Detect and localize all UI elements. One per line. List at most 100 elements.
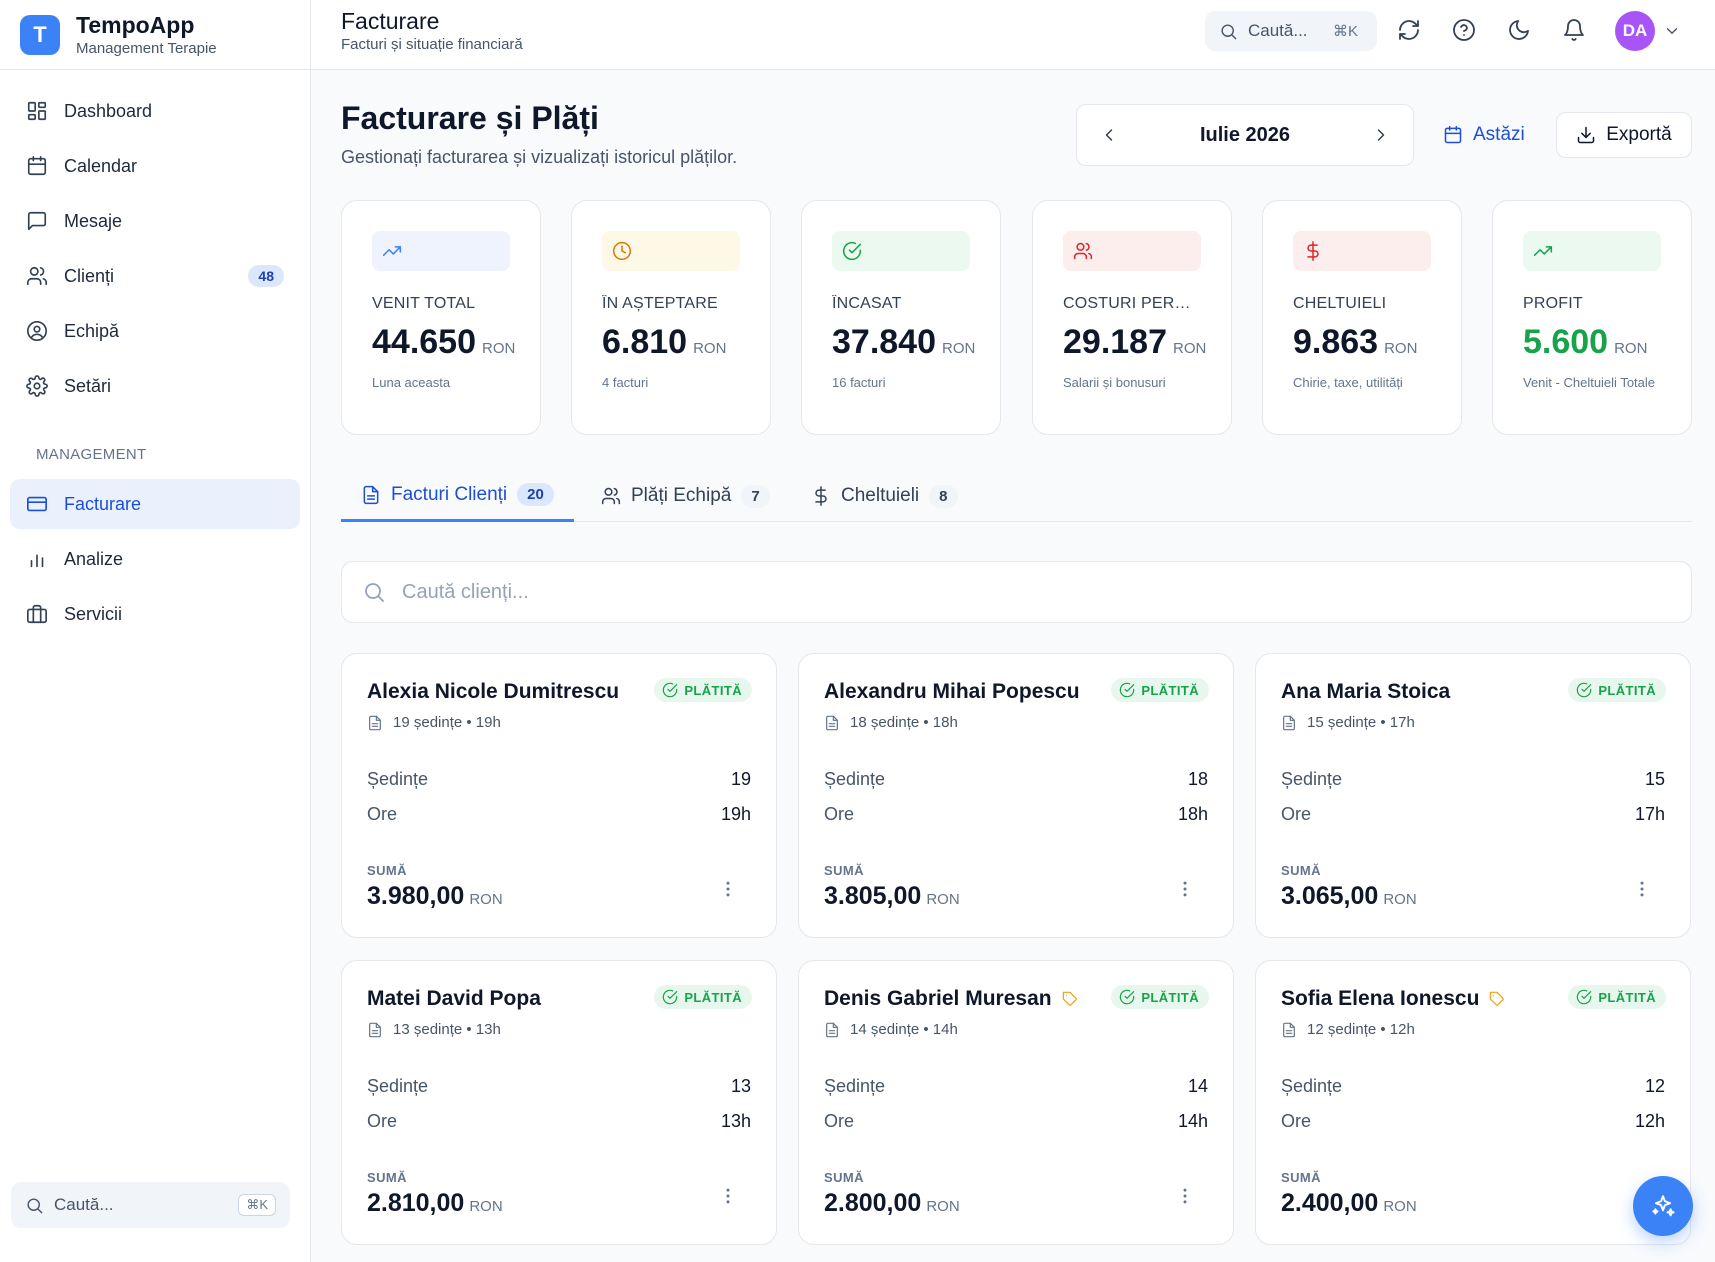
notifications-button[interactable] — [1562, 18, 1586, 42]
invoice-card[interactable]: Ana Maria Stoica PLĂTITĂ 15 ședințe • 17h Ș… — [1255, 653, 1691, 938]
prev-month-button[interactable] — [1099, 125, 1119, 145]
refresh-button[interactable] — [1397, 18, 1421, 42]
invoice-card[interactable]: Matei David Popa PLĂTITĂ 13 ședințe • 13h Ș… — [341, 960, 777, 1245]
app-logo[interactable]: T — [20, 14, 60, 55]
search-shortcut: ⌘K — [1332, 23, 1358, 40]
sum-label: SUMĂ — [367, 863, 407, 878]
invoice-card[interactable]: Sofia Elena Ionescu PLĂTITĂ 12 ședințe • 1… — [1255, 960, 1691, 1245]
brand: T TempoApp Management Terapie — [0, 0, 310, 70]
today-button[interactable]: Astăzi — [1443, 112, 1525, 158]
tab-label: Plăți Echipă — [631, 485, 732, 506]
stat-value-row: 9.863 RON — [1293, 323, 1431, 362]
trend-up-icon — [1533, 246, 1553, 256]
more-options-button[interactable] — [1632, 879, 1652, 899]
tab-count: 7 — [741, 484, 770, 508]
help-button[interactable] — [1452, 18, 1476, 42]
sidebar-item-services[interactable]: Servicii — [10, 589, 300, 639]
sidebar-item-messages[interactable]: Mesaje — [10, 196, 300, 246]
sessions-label: Ședințe — [1281, 1076, 1343, 1096]
client-search-input[interactable]: Caută clienți... — [341, 561, 1692, 623]
search-shortcut: ⌘K — [238, 1194, 276, 1216]
status-label: PLĂTITĂ — [684, 989, 742, 1005]
sidebar-item-label: Echipă — [64, 320, 120, 341]
sidebar-item-billing[interactable]: Facturare — [10, 479, 300, 529]
invoice-meta: 15 ședințe • 17h — [1281, 714, 1665, 731]
refresh-icon — [1399, 20, 1419, 40]
month-navigator: Iulie 2026 — [1076, 104, 1414, 166]
stat-icon-box — [1523, 231, 1661, 271]
stat-card: ÎN AȘTEPTARE 6.810 RON 4 facturi — [571, 200, 771, 435]
sidebar-item-team[interactable]: Echipă — [10, 306, 300, 356]
message-icon — [27, 211, 47, 231]
help-icon — [1453, 19, 1475, 41]
tab-client-invoices[interactable]: Facturi Clienți 20 — [341, 470, 574, 522]
trend-up-icon — [382, 246, 402, 256]
sidebar-item-label: Dashboard — [64, 100, 153, 121]
sessions-label: Ședințe — [824, 769, 886, 789]
tab-label: Cheltuieli — [841, 485, 920, 506]
stat-value-row: 5.600 RON — [1523, 323, 1661, 362]
invoice-card[interactable]: Alexandru Mihai Popescu PLĂTITĂ 18 ședințe… — [798, 653, 1234, 938]
tab-label: Facturi Clienți — [391, 483, 508, 505]
clients-count-badge: 48 — [248, 265, 284, 287]
stat-value: 44.650 — [372, 323, 476, 361]
stat-value: 29.187 — [1063, 323, 1167, 361]
hours-label: Ore — [367, 1111, 398, 1131]
sidebar-item-analytics[interactable]: Analize — [10, 534, 300, 584]
theme-toggle-button[interactable] — [1507, 18, 1531, 42]
clock-icon — [612, 241, 632, 261]
sidebar-item-dashboard[interactable]: Dashboard — [10, 86, 300, 136]
sidebar-item-clients[interactable]: Clienți 48 — [10, 251, 300, 301]
tab-team-payments[interactable]: Plăți Echipă 7 — [601, 470, 770, 522]
stat-card: PROFIT 5.600 RON Venit - Cheltuieli Totale — [1492, 200, 1692, 435]
status-label: PLĂTITĂ — [684, 682, 742, 698]
sidebar-search-input[interactable]: Caută... ⌘K — [11, 1182, 290, 1228]
sessions-row: Ședințe 14 — [824, 1076, 1208, 1097]
download-icon — [1578, 126, 1595, 144]
invoice-meta: 18 ședințe • 18h — [824, 714, 1208, 731]
export-button[interactable]: Exportă — [1556, 112, 1692, 158]
sidebar-item-calendar[interactable]: Calendar — [10, 141, 300, 191]
invoice-card[interactable]: Alexia Nicole Dumitrescu PLĂTITĂ 19 ședinț… — [341, 653, 777, 938]
topbar-search-input[interactable]: Caută... ⌘K — [1205, 11, 1377, 51]
invoice-meta: 14 ședințe • 14h — [824, 1021, 1208, 1038]
invoice-card[interactable]: Denis Gabriel Muresan PLĂTITĂ 14 ședințe •… — [798, 960, 1234, 1245]
stat-value-row: 37.840 RON — [832, 323, 975, 362]
sum-label: SUMĂ — [824, 863, 864, 878]
more-options-button[interactable] — [718, 879, 738, 899]
status-badge: PLĂTITĂ — [1568, 678, 1666, 702]
app-title: TempoApp — [76, 12, 195, 38]
sum-row: 3.980,00 RON — [367, 882, 751, 911]
topbar-search-placeholder: Caută... — [1248, 21, 1308, 40]
ai-assistant-button[interactable] — [1633, 1176, 1693, 1236]
stat-value: 37.840 — [832, 323, 936, 361]
check-circle-icon — [663, 989, 678, 1005]
more-options-button[interactable] — [1175, 1186, 1195, 1206]
user-avatar[interactable]: DA — [1615, 11, 1655, 51]
hours-row: Ore 14h — [824, 1111, 1208, 1132]
hours-label: Ore — [1281, 1111, 1312, 1131]
next-month-button[interactable] — [1371, 125, 1391, 145]
stat-value: 5.600 — [1523, 323, 1609, 361]
more-options-button[interactable] — [1175, 879, 1195, 899]
check-circle-icon — [842, 242, 862, 261]
tag-icon — [1062, 991, 1078, 1007]
stat-card: VENIT TOTAL 44.650 RON Luna aceasta — [341, 200, 541, 435]
status-badge: PLĂTITĂ — [1111, 985, 1209, 1009]
stat-icon-box — [1293, 231, 1431, 271]
sum-value: 2.800,00 — [824, 1189, 922, 1217]
sessions-row: Ședințe 18 — [824, 769, 1208, 790]
stat-card: ÎNCASAT 37.840 RON 16 facturi — [801, 200, 1001, 435]
user-menu-button[interactable] — [1663, 22, 1681, 40]
document-icon — [826, 715, 838, 730]
hours-label: Ore — [1281, 804, 1312, 824]
tab-expenses[interactable]: Cheltuieli 8 — [811, 470, 958, 522]
search-icon — [1221, 23, 1237, 39]
more-options-button[interactable] — [718, 1186, 738, 1206]
client-search-placeholder: Caută clienți... — [402, 580, 529, 603]
sidebar: T TempoApp Management Terapie Dashboard … — [0, 0, 311, 1262]
sum-currency: RON — [1383, 891, 1417, 908]
stat-note: Salarii și bonusuri — [1063, 375, 1166, 390]
client-name: Denis Gabriel Muresan — [824, 987, 1052, 1010]
sidebar-item-settings[interactable]: Setări — [10, 361, 300, 411]
